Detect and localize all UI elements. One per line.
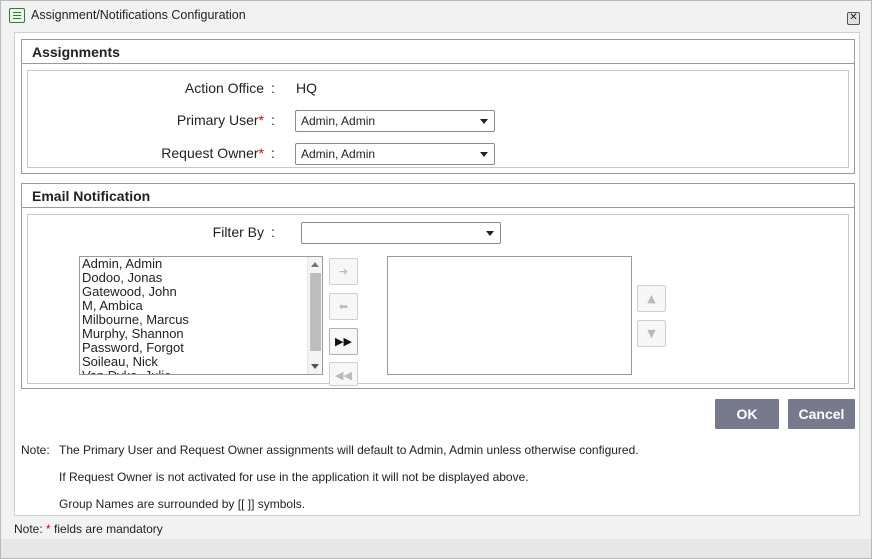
required-mark: * — [258, 145, 264, 161]
assignments-section: Assignments Action Office : HQ Primary U… — [21, 39, 855, 174]
list-item[interactable]: Gatewood, John — [80, 285, 322, 299]
cancel-button[interactable]: Cancel — [788, 399, 855, 429]
note-group-names: Group Names are surrounded by [[ ]] symb… — [59, 497, 306, 511]
required-mark: * — [46, 522, 51, 536]
action-office-colon: : — [271, 80, 275, 96]
form-icon — [9, 8, 25, 23]
list-item[interactable]: Van Dyke, Julie — [80, 369, 322, 375]
list-item[interactable]: Password, Forgot — [80, 341, 322, 355]
note-prefix: Note: — [21, 443, 50, 457]
available-users-list[interactable]: Admin, Admin Dodoo, Jonas Gatewood, John M,… — [79, 256, 323, 375]
request-owner-colon: : — [271, 145, 275, 161]
chevron-down-icon — [486, 231, 494, 236]
chevron-down-icon — [480, 152, 488, 157]
request-owner-value: Admin, Admin — [301, 147, 376, 161]
scroll-up-icon[interactable] — [311, 262, 319, 267]
list-scrollbar[interactable] — [307, 257, 322, 374]
scroll-down-icon[interactable] — [311, 364, 319, 369]
email-notification-section: Email Notification Filter By : Admin, Ad… — [21, 183, 855, 389]
request-owner-label: Request Owner* — [161, 145, 264, 161]
ok-button[interactable]: OK — [715, 399, 779, 429]
note-default-assignment: The Primary User and Request Owner assig… — [59, 443, 639, 457]
dialog-title: Assignment/Notifications Configuration — [31, 8, 246, 22]
close-button[interactable]: ✕ — [847, 12, 860, 25]
remove-all-button[interactable]: ◀◀ — [329, 362, 358, 386]
add-selected-button[interactable]: ➔ — [329, 258, 358, 285]
required-mark: * — [258, 112, 264, 128]
assignments-panel: Action Office : HQ Primary User* : Admin… — [27, 70, 849, 168]
add-all-button[interactable]: ▶▶ — [329, 328, 358, 355]
primary-user-colon: : — [271, 112, 275, 128]
chevron-down-icon — [480, 119, 488, 124]
assignments-legend: Assignments — [22, 40, 854, 64]
title-bar: Assignment/Notifications Configuration ✕ — [1, 1, 871, 31]
footer: Note: * fields are mandatory — [1, 518, 871, 540]
email-notification-legend: Email Notification — [22, 184, 854, 208]
remove-selected-button[interactable]: ⬅ — [329, 293, 358, 320]
primary-user-label: Primary User* — [176, 112, 264, 128]
available-users-items: Admin, Admin Dodoo, Jonas Gatewood, John M,… — [80, 257, 322, 375]
list-item[interactable]: M, Ambica — [80, 299, 322, 313]
configuration-dialog: Assignment/Notifications Configuration ✕… — [0, 0, 872, 559]
action-office-value: HQ — [296, 80, 317, 96]
footer-note: Note: * fields are mandatory — [14, 522, 163, 536]
list-item[interactable]: Milbourne, Marcus — [80, 313, 322, 327]
list-item[interactable]: Murphy, Shannon — [80, 327, 322, 341]
email-notification-panel: Filter By : Admin, Admin Dodoo, Jonas Gate… — [27, 214, 849, 386]
list-item[interactable]: Dodoo, Jonas — [80, 271, 322, 285]
action-office-label: Action Office — [184, 80, 264, 96]
list-item[interactable]: Soileau, Nick — [80, 355, 322, 369]
footer-strip — [1, 539, 871, 558]
move-down-button[interactable]: ▼ — [637, 320, 666, 347]
selected-users-list[interactable] — [387, 256, 632, 375]
request-owner-select[interactable]: Admin, Admin — [295, 143, 495, 165]
scroll-thumb[interactable] — [310, 273, 321, 351]
note-request-owner: If Request Owner is not activated for us… — [59, 470, 529, 484]
filter-by-colon: : — [271, 224, 275, 240]
filter-by-select[interactable] — [301, 222, 501, 244]
dialog-content: Assignments Action Office : HQ Primary U… — [14, 32, 860, 516]
list-item[interactable]: Admin, Admin — [80, 257, 322, 271]
primary-user-select[interactable]: Admin, Admin — [295, 110, 495, 132]
primary-user-value: Admin, Admin — [301, 114, 376, 128]
filter-by-label: Filter By — [212, 224, 264, 240]
move-up-button[interactable]: ▲ — [637, 285, 666, 312]
